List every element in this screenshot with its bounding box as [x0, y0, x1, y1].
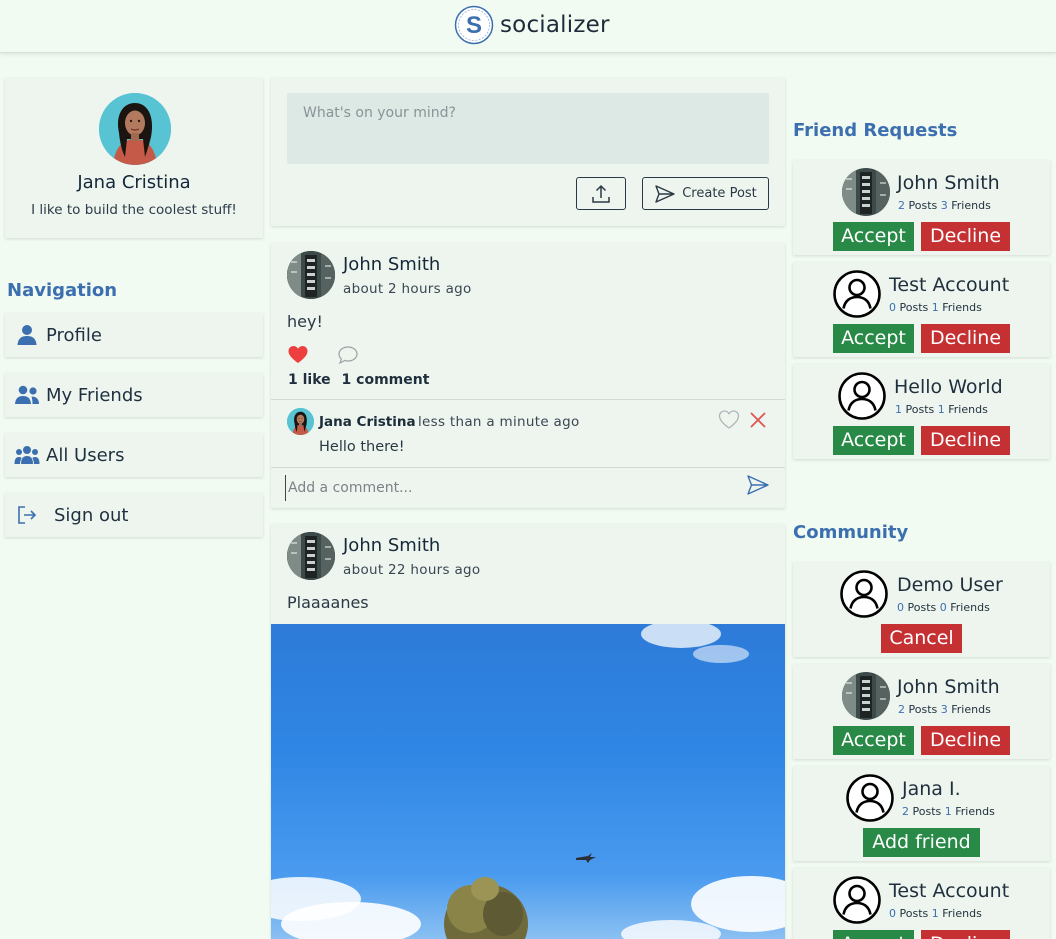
post-text: Plaaaanes — [287, 593, 369, 612]
comment-text: Hello there! — [319, 439, 405, 455]
user-stats: 2 Posts 1 Friends — [902, 805, 995, 818]
user-stats: 0 Posts 1 Friends — [889, 301, 982, 314]
create-post-label: Create Post — [682, 186, 757, 201]
decline-button[interactable]: Decline — [921, 426, 1010, 455]
heart-filled-icon[interactable] — [287, 344, 309, 366]
logo-s-icon: S — [454, 5, 494, 45]
comment-timestamp: less than a minute ago — [418, 414, 580, 430]
decline-button[interactable]: Decline — [921, 930, 1010, 939]
user-stats: 0 Posts 1 Friends — [889, 907, 982, 920]
profile-bio: I like to build the coolest stuff! — [31, 202, 237, 218]
navigation-title: Navigation — [7, 280, 118, 301]
post-timestamp: about 2 hours ago — [343, 281, 472, 297]
users-icon — [14, 444, 40, 466]
community-title: Community — [793, 522, 909, 543]
user-stats: 2 Posts 3 Friends — [898, 703, 991, 716]
friends-icon — [14, 384, 40, 406]
post-author[interactable]: John Smith — [343, 535, 440, 556]
community-user-card: John Smith 2 Posts 3 Friends Accept Decl… — [793, 664, 1050, 759]
user-avatar-icon[interactable] — [833, 270, 881, 318]
user-avatar-icon[interactable] — [840, 570, 888, 618]
app-name: socializer — [500, 12, 610, 38]
user-avatar[interactable] — [842, 672, 890, 720]
post-author-avatar[interactable] — [287, 532, 335, 580]
send-icon — [655, 184, 675, 203]
nav-label-all-users: All Users — [46, 444, 125, 466]
community-user-card: Test Account 0 Posts 1 Friends Accept De… — [793, 868, 1050, 939]
close-icon[interactable] — [748, 410, 768, 430]
nav-item-profile[interactable]: Profile — [5, 313, 263, 357]
user-name[interactable]: John Smith — [897, 172, 1000, 194]
user-avatar-icon[interactable] — [838, 372, 886, 420]
post-input[interactable] — [287, 93, 769, 164]
nav-label-my-friends: My Friends — [46, 384, 143, 406]
accept-button[interactable]: Accept — [833, 426, 914, 455]
like-count[interactable]: 1 like — [288, 372, 331, 388]
nav-item-sign-out[interactable]: Sign out — [5, 493, 263, 537]
nav-label-sign-out: Sign out — [54, 504, 129, 526]
post-stats: 1 like 1 comment — [288, 372, 435, 388]
upload-icon — [592, 184, 610, 203]
comment-input[interactable] — [285, 475, 735, 501]
send-icon[interactable] — [746, 473, 770, 497]
cancel-request-button[interactable]: Cancel — [881, 624, 962, 653]
user-name[interactable]: Hello World — [894, 376, 1003, 398]
user-stats: 2 Posts 3 Friends — [898, 199, 991, 212]
user-stats: 0 Posts 0 Friends — [897, 601, 990, 614]
accept-button[interactable]: Accept — [833, 726, 914, 755]
post-card: John Smith about 22 hours ago Plaaaanes — [271, 524, 785, 939]
post-composer: Create Post — [271, 78, 785, 226]
top-header: S socializer — [0, 0, 1056, 53]
user-name[interactable]: Jana I. — [902, 778, 961, 800]
user-stats: 1 Posts 1 Friends — [895, 403, 988, 416]
accept-button[interactable]: Accept — [833, 930, 914, 939]
heart-outline-icon[interactable] — [718, 409, 740, 431]
user-name[interactable]: Demo User — [897, 574, 1003, 596]
decline-button[interactable]: Decline — [921, 726, 1010, 755]
post-text: hey! — [287, 312, 323, 331]
app-logo[interactable]: S socializer — [454, 5, 610, 45]
profile-card: Jana Cristina I like to build the cooles… — [5, 78, 263, 238]
friend-request-card: Hello World 1 Posts 1 Friends Accept Dec… — [793, 364, 1050, 459]
accept-button[interactable]: Accept — [833, 222, 914, 251]
post-timestamp: about 22 hours ago — [343, 562, 481, 578]
decline-button[interactable]: Decline — [921, 222, 1010, 251]
friend-request-card: John Smith 2 Posts 3 Friends Accept Decl… — [793, 160, 1050, 255]
create-post-button[interactable]: Create Post — [642, 177, 769, 210]
upload-button[interactable] — [576, 177, 626, 210]
friend-requests-title: Friend Requests — [793, 120, 958, 141]
friend-request-card: Test Account 0 Posts 1 Friends Accept De… — [793, 262, 1050, 357]
accept-button[interactable]: Accept — [833, 324, 914, 353]
post-author[interactable]: John Smith — [343, 254, 440, 275]
post-author-avatar[interactable] — [287, 251, 335, 299]
add-friend-button[interactable]: Add friend — [863, 828, 980, 857]
person-icon — [14, 324, 40, 346]
profile-name[interactable]: Jana Cristina — [5, 172, 263, 193]
decline-button[interactable]: Decline — [921, 324, 1010, 353]
user-name[interactable]: Test Account — [889, 880, 1009, 902]
user-avatar-icon[interactable] — [833, 876, 881, 924]
comment-author-avatar[interactable] — [287, 408, 314, 435]
user-avatar-icon[interactable] — [846, 774, 894, 822]
nav-item-all-users[interactable]: All Users — [5, 433, 263, 477]
community-user-card: Jana I. 2 Posts 1 Friends Add friend — [793, 766, 1050, 861]
comment-icon[interactable] — [337, 344, 359, 366]
user-name[interactable]: Test Account — [889, 274, 1009, 296]
sign-out-icon — [14, 504, 40, 526]
post-card: John Smith about 2 hours ago hey! 1 like… — [271, 243, 785, 508]
comment-count[interactable]: 1 comment — [342, 372, 430, 388]
community-user-card: Demo User 0 Posts 0 Friends Cancel — [793, 562, 1050, 657]
divider — [271, 399, 785, 400]
svg-text:S: S — [466, 12, 482, 39]
profile-avatar[interactable] — [99, 93, 171, 165]
comment-author[interactable]: Jana Cristina — [319, 414, 416, 430]
post-image[interactable] — [271, 624, 785, 939]
nav-label-profile: Profile — [46, 324, 102, 346]
user-avatar[interactable] — [842, 168, 890, 216]
divider — [271, 467, 785, 468]
nav-item-my-friends[interactable]: My Friends — [5, 373, 263, 417]
user-name[interactable]: John Smith — [897, 676, 1000, 698]
